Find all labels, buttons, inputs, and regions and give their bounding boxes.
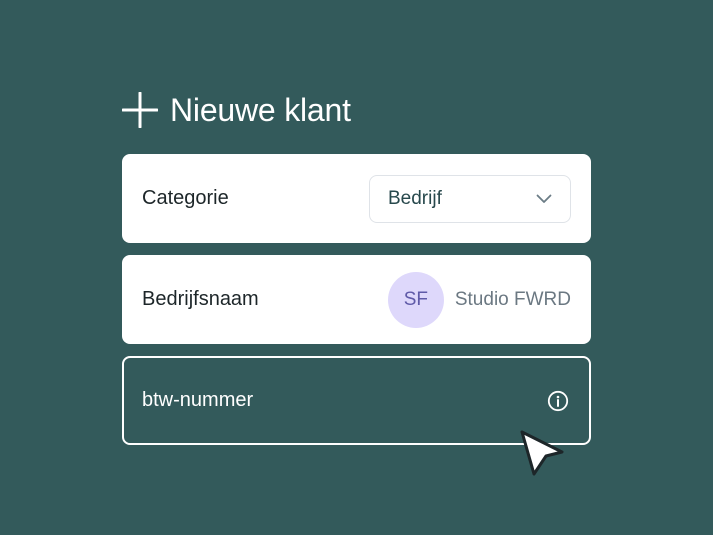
categorie-select[interactable]: Bedrijf	[369, 174, 571, 223]
bedrijfsnaam-label: Bedrijfsnaam	[142, 288, 259, 310]
page-header: Nieuwe klant	[122, 90, 351, 130]
info-icon[interactable]	[547, 390, 569, 412]
plus-icon	[122, 92, 158, 128]
mouse-pointer-icon	[520, 430, 564, 476]
btw-nummer-label: btw-nummer	[142, 389, 254, 411]
company-name: Studio FWRD	[454, 288, 571, 310]
chevron-down-icon	[536, 194, 552, 203]
avatar: SF	[387, 271, 444, 328]
page-title: Nieuwe klant	[170, 91, 351, 128]
bedrijfsnaam-row[interactable]: Bedrijfsnaam SF Studio FWRD	[122, 255, 591, 344]
categorie-label: Categorie	[142, 187, 229, 209]
categorie-selected-value: Bedrijf	[388, 187, 442, 209]
company-value: SF Studio FWRD	[387, 271, 571, 328]
categorie-row: Categorie Bedrijf	[122, 154, 591, 243]
